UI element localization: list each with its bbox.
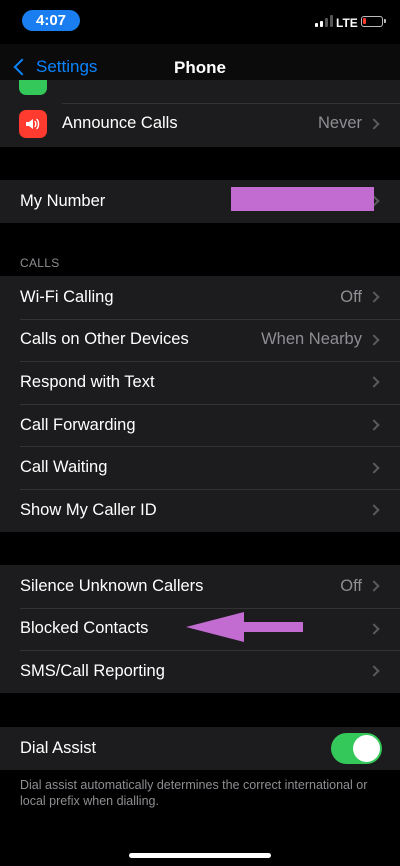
chevron-right-icon: [368, 118, 380, 130]
chevron-right-icon: [368, 419, 380, 431]
chevron-right-icon: [368, 665, 380, 678]
section-header-calls: CALLS: [20, 256, 60, 270]
row-silence-unknown-callers[interactable]: Silence Unknown Callers Off: [0, 565, 400, 608]
group-top: Announce Calls Never: [0, 80, 400, 147]
battery-icon: [361, 16, 386, 27]
row-label: Call Waiting: [20, 458, 108, 477]
row-value: When Nearby: [261, 330, 362, 349]
home-indicator[interactable]: [129, 853, 271, 858]
chevron-right-icon: [368, 376, 380, 389]
dial-assist-toggle[interactable]: [331, 732, 382, 764]
row-label: Wi-Fi Calling: [20, 287, 114, 306]
status-bar: 4:07 LTE: [0, 0, 400, 44]
row-label: My Number: [20, 191, 106, 210]
chevron-right-icon: [368, 504, 380, 516]
row-label: Calls on Other Devices: [20, 330, 189, 349]
page-title: Phone: [174, 58, 226, 77]
chevron-right-icon: [368, 623, 380, 635]
row-value: Never: [317, 114, 362, 133]
row-show-my-caller-id[interactable]: Show My Caller ID: [0, 488, 400, 532]
row-value: Off: [340, 287, 362, 306]
speaker-icon: [19, 109, 47, 138]
row-label: Silence Unknown Callers: [20, 576, 204, 595]
row-respond-with-text[interactable]: Respond with Text: [0, 361, 400, 404]
row-label: SMS/Call Reporting: [20, 661, 165, 680]
annotation-arrow-icon: [186, 612, 303, 642]
row-label: Blocked Contacts: [20, 619, 149, 638]
row-wifi-calling[interactable]: Wi-Fi Calling Off: [0, 276, 400, 319]
app-icon: [19, 80, 47, 95]
redaction-bar: [231, 187, 374, 211]
row-label: Dial Assist: [20, 738, 97, 757]
chevron-right-icon: [368, 334, 380, 346]
chevron-right-icon: [368, 291, 380, 303]
row-value: Off: [340, 576, 362, 595]
row-calls-on-other-devices[interactable]: Calls on Other Devices When Nearby: [0, 318, 400, 362]
status-time[interactable]: 4:07: [22, 10, 80, 31]
chevron-right-icon: [368, 462, 380, 474]
dial-assist-footnote: Dial assist automatically determines the…: [20, 778, 368, 808]
row-label: Call Forwarding: [20, 415, 136, 434]
row-call-waiting[interactable]: Call Waiting: [0, 446, 400, 489]
row-label: Show My Caller ID: [20, 500, 157, 519]
group-dial-assist: Dial Assist: [0, 727, 400, 770]
row-label: Announce Calls: [62, 114, 178, 133]
row-dial-assist: Dial Assist: [0, 727, 400, 770]
group-calls: Wi-Fi Calling Off Calls on Other Devices…: [0, 276, 400, 532]
row-sms-call-reporting[interactable]: SMS/Call Reporting: [0, 650, 400, 693]
row-announce-calls[interactable]: Announce Calls Never: [0, 102, 400, 146]
row-label: Respond with Text: [20, 372, 155, 391]
row-call-forwarding[interactable]: Call Forwarding: [0, 403, 400, 447]
chevron-right-icon: [368, 580, 380, 592]
network-type: LTE: [336, 16, 358, 30]
list-item[interactable]: [0, 80, 400, 103]
cellular-signal-icon: [315, 15, 333, 27]
